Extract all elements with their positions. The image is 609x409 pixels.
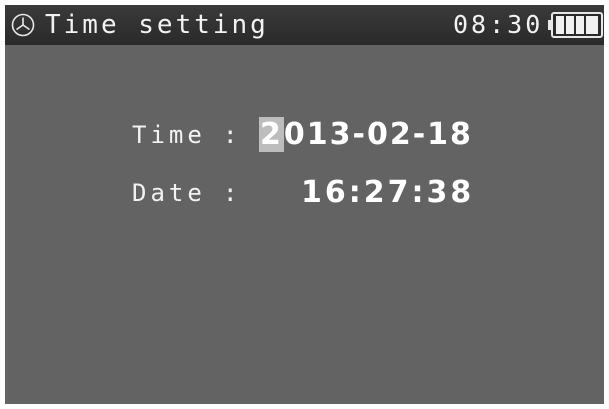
date-value-field[interactable]: 16:27:38 — [301, 173, 474, 213]
clock-icon — [11, 13, 35, 37]
date-row: Date : 16:27:38 — [5, 173, 604, 213]
status-clock: 08:30 — [453, 10, 544, 39]
title-bar: Time setting 08:30 — [5, 5, 604, 45]
time-value-field[interactable]: 2013-02-18 — [259, 115, 473, 155]
time-row: Time : 2013-02-18 — [5, 115, 604, 155]
time-label: Time — [132, 121, 206, 149]
date-label: Date — [132, 179, 206, 207]
time-separator: : — [223, 121, 238, 149]
battery-icon — [548, 12, 603, 38]
page-title: Time setting — [45, 10, 269, 40]
time-setting-screen: Time setting 08:30 Time : 2013-02-18 Dat… — [5, 5, 604, 404]
edit-cursor[interactable]: 2 — [259, 117, 284, 152]
time-value-text: 013-02-18 — [283, 117, 473, 152]
date-separator: : — [223, 179, 238, 207]
